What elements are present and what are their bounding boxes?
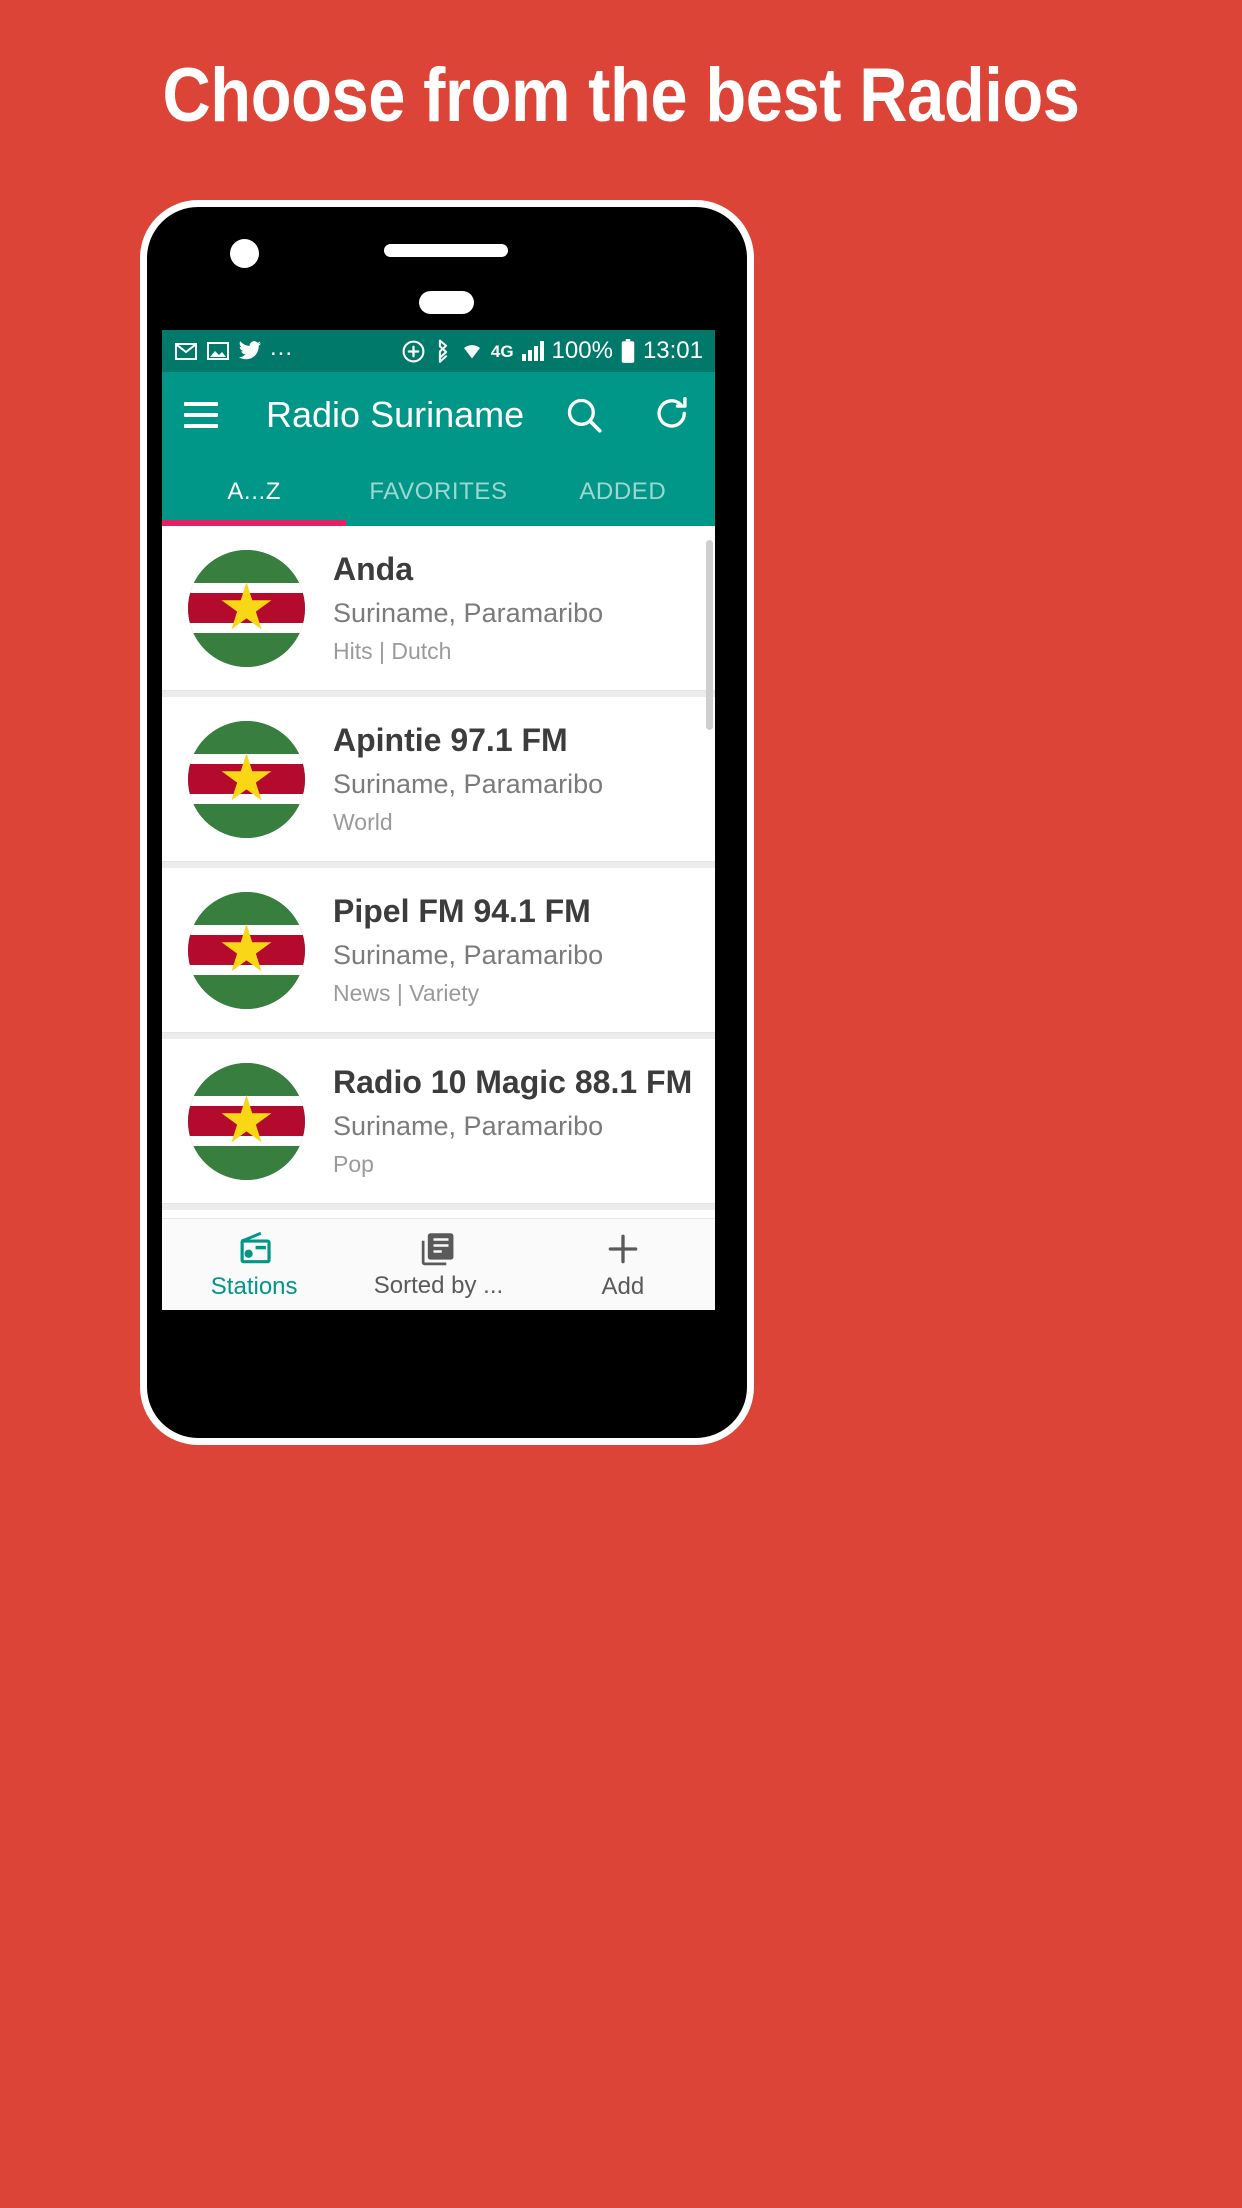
suriname-flag-icon — [188, 1062, 305, 1180]
nav-label-add: Add — [601, 1273, 645, 1300]
nav-item-add[interactable]: Add — [531, 1219, 715, 1310]
proximity-sensor — [419, 291, 474, 314]
add-circle-icon — [401, 339, 426, 364]
front-camera-icon — [230, 239, 259, 268]
station-list[interactable]: Anda Suriname, Paramaribo Hits | Dutch A… — [162, 526, 715, 1220]
photos-icon — [206, 339, 230, 363]
gmail-icon — [174, 339, 198, 363]
bluetooth-icon — [433, 339, 453, 364]
tab-bar: A...Z FAVORITES ADDED — [162, 458, 715, 526]
station-tags: News | Variety — [333, 980, 480, 1006]
suriname-flag-icon — [188, 549, 305, 667]
status-bar: ... 4G 100% 13:01 — [162, 330, 715, 372]
device-side-button-mute — [747, 497, 754, 537]
station-location: Suriname, Paramaribo — [333, 598, 604, 628]
nav-item-sorted-by[interactable]: Sorted by ... — [346, 1219, 530, 1310]
tab-added[interactable]: ADDED — [531, 458, 715, 526]
twitter-icon — [238, 339, 262, 363]
tab-favorites[interactable]: FAVORITES — [346, 458, 530, 526]
page-title: Choose from the best Radios — [162, 53, 1080, 138]
device-side-button-volume-up — [747, 569, 754, 645]
tab-a-z[interactable]: A...Z — [162, 458, 346, 526]
4g-icon: 4G — [490, 341, 514, 361]
app-bar-title: Radio Suriname — [266, 394, 525, 435]
search-icon[interactable] — [563, 394, 605, 436]
list-item[interactable]: Radio 10 Magic 88.1 FM Suriname, Paramar… — [162, 1039, 715, 1204]
station-name: Pipel FM 94.1 FM — [333, 893, 591, 929]
device-side-button-volume-down — [747, 669, 754, 745]
nav-label-sorted-by: Sorted by ... — [373, 1272, 504, 1299]
station-location: Suriname, Paramaribo — [333, 1111, 604, 1141]
list-documents-icon — [420, 1231, 456, 1267]
battery-icon — [620, 338, 636, 364]
list-item[interactable]: Apintie 97.1 FM Suriname, Paramaribo Wor… — [162, 697, 715, 862]
hamburger-menu-icon[interactable] — [184, 395, 218, 435]
list-scrollbar[interactable] — [706, 540, 713, 730]
suriname-flag-icon — [188, 891, 305, 1009]
phone-screen: ... 4G 100% 13:01 Radio Suriname A...Z F… — [162, 330, 715, 1310]
nav-label-stations: Stations — [210, 1273, 298, 1300]
station-location: Suriname, Paramaribo — [333, 769, 604, 799]
radio-icon — [235, 1230, 273, 1268]
clock-label: 13:01 — [642, 337, 703, 364]
station-name: Anda — [333, 551, 413, 587]
list-item[interactable]: Pipel FM 94.1 FM Suriname, Paramaribo Ne… — [162, 868, 715, 1033]
wifi-icon — [460, 339, 484, 363]
battery-percent-label: 100% — [551, 337, 613, 364]
station-name: Radio 10 Magic 88.1 FM — [333, 1064, 693, 1100]
app-bar: Radio Suriname — [162, 372, 715, 458]
suriname-flag-icon — [188, 720, 305, 838]
station-name: Apintie 97.1 FM — [333, 722, 568, 758]
bottom-navigation: Stations Sorted by ... Add — [162, 1218, 715, 1310]
station-tags: Pop — [333, 1151, 374, 1177]
station-tags: Hits | Dutch — [333, 638, 452, 664]
station-tags: World — [333, 809, 393, 835]
plus-icon — [604, 1230, 642, 1268]
list-item[interactable]: Anda Suriname, Paramaribo Hits | Dutch — [162, 526, 715, 691]
earpiece-speaker — [384, 244, 508, 257]
notification-overflow: ... — [270, 334, 294, 361]
nav-item-stations[interactable]: Stations — [162, 1219, 346, 1310]
refresh-icon[interactable] — [651, 394, 693, 436]
phone-mockup: ... 4G 100% 13:01 Radio Suriname A...Z F… — [140, 200, 754, 1445]
signal-icon — [521, 340, 545, 362]
station-location: Suriname, Paramaribo — [333, 940, 604, 970]
